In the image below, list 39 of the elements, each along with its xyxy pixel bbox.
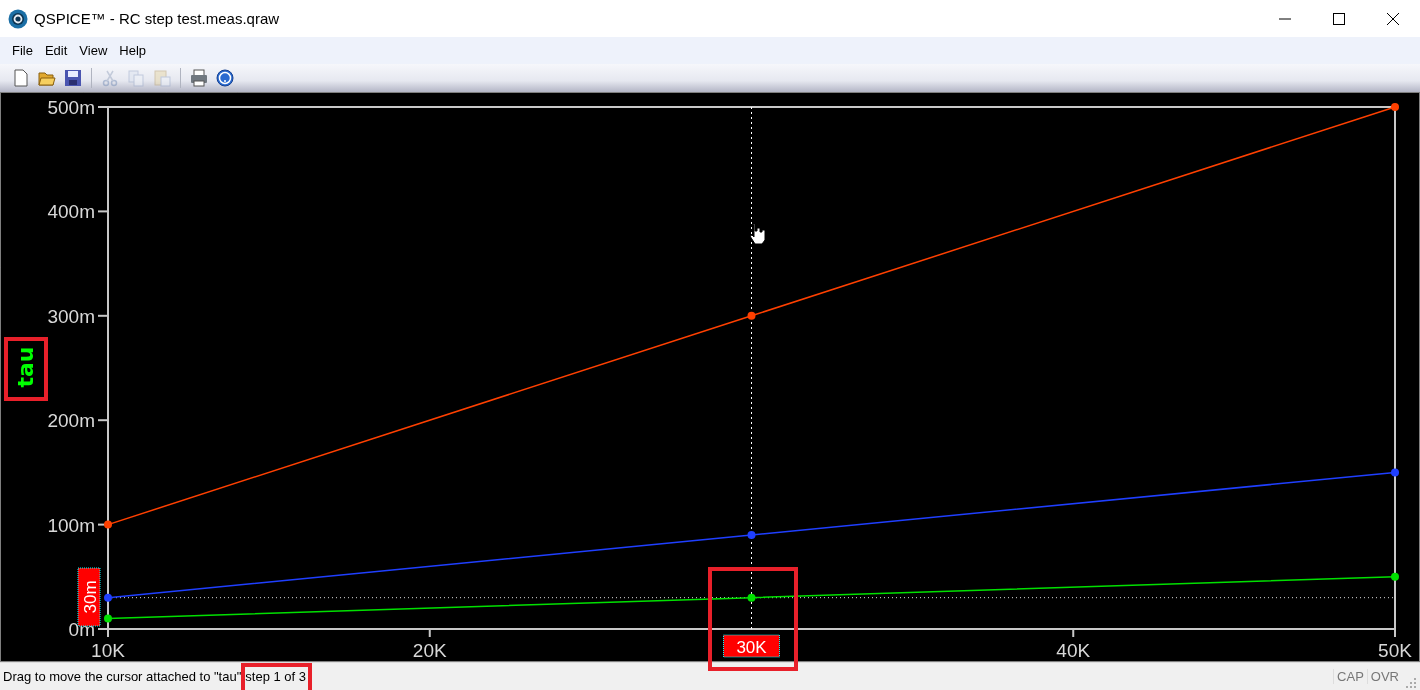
key-indicator: CAP	[1333, 669, 1367, 684]
hand-pointer-icon	[749, 223, 766, 245]
y-tick-label: 500m	[47, 97, 95, 118]
step-indicator: step 1 of 3	[245, 669, 307, 684]
y-axis-title: tau	[13, 346, 38, 388]
key-indicator: OVR	[1366, 669, 1402, 684]
save-icon[interactable]	[62, 67, 84, 89]
data-point	[1391, 468, 1399, 477]
data-point	[747, 593, 756, 602]
x-tick-label: 10K	[91, 640, 125, 661]
x-tick-label: 50K	[1378, 640, 1412, 661]
data-point	[104, 593, 112, 602]
y-tick-label: 300m	[47, 305, 95, 327]
highlight-frame	[241, 663, 313, 690]
data-point	[104, 520, 112, 529]
data-point	[104, 614, 112, 623]
resize-grip-icon	[1406, 678, 1416, 688]
data-point	[1391, 103, 1399, 111]
menu-item[interactable]: Help	[115, 43, 151, 58]
y-tick-label: 400m	[47, 201, 95, 223]
menu-item[interactable]: Edit	[40, 43, 72, 58]
menu-item[interactable]: File	[8, 43, 37, 58]
printer-icon[interactable]	[188, 67, 210, 89]
app-logo-icon	[8, 8, 28, 29]
data-point	[747, 531, 756, 540]
maximize-icon	[1333, 12, 1345, 25]
x-cursor-readout: 30K	[723, 634, 780, 658]
highlight-frame	[4, 337, 48, 401]
help-icon[interactable]	[214, 67, 236, 89]
data-point	[747, 311, 756, 320]
x-tick-label: 40K	[1056, 640, 1091, 661]
y-tick-label: 200m	[47, 410, 95, 432]
menu-item[interactable]: View	[75, 43, 112, 58]
status-message: Drag to move the cursor attached to "tau"	[3, 669, 242, 684]
y-tick-label: 100m	[47, 514, 95, 536]
close-icon	[1387, 12, 1399, 25]
x-tick-label: 20K	[412, 640, 447, 661]
data-point	[1391, 572, 1399, 581]
window-title: QSPICE™ - RC step test.meas.qraw	[34, 10, 280, 27]
